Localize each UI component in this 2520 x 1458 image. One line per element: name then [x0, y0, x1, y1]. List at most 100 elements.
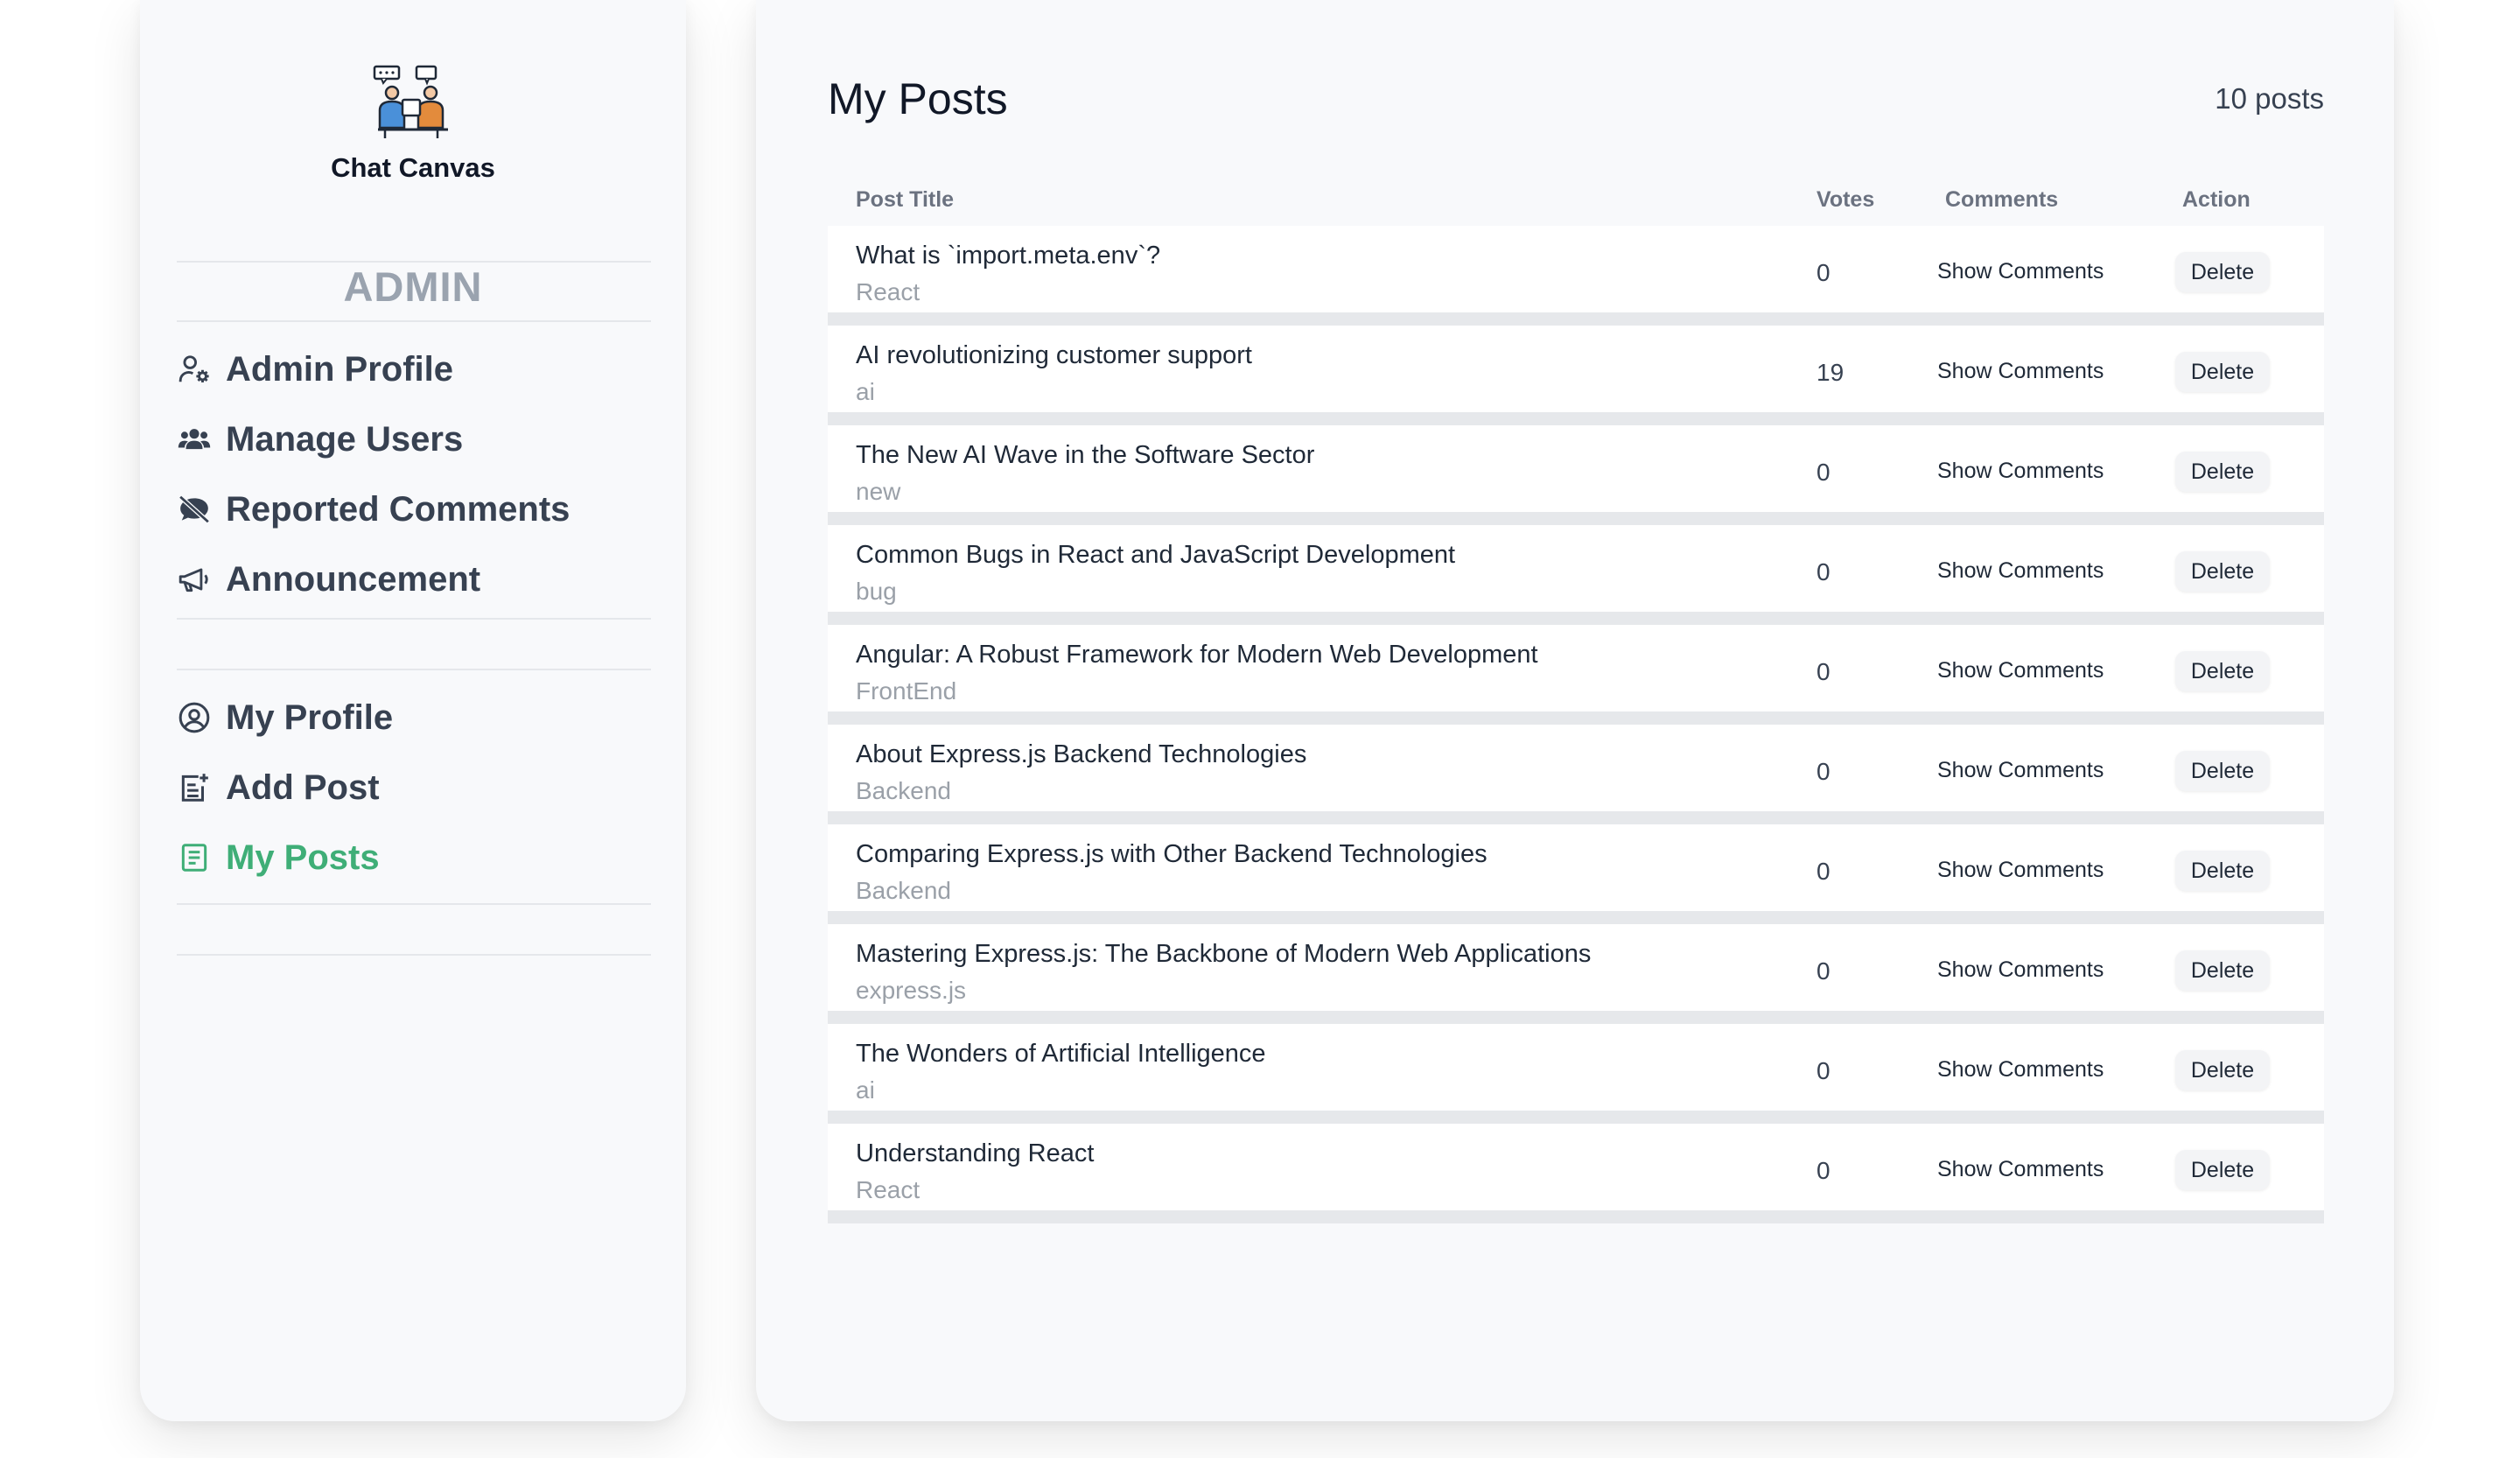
table-row: Comparing Express.js with Other Backend …: [828, 824, 2324, 924]
table-row: Understanding React React 0 Show Comment…: [828, 1124, 2324, 1223]
post-title: Angular: A Robust Framework for Modern W…: [856, 641, 1538, 669]
post-title: About Express.js Backend Technologies: [856, 740, 1307, 768]
column-header-title: Post Title: [856, 187, 955, 212]
post-votes: 0: [1816, 1157, 1830, 1184]
post-votes: 0: [1816, 1057, 1830, 1084]
nav-label: Announcement: [226, 559, 481, 599]
column-header-votes: Votes: [1816, 187, 1875, 212]
show-comments-button[interactable]: Show Comments: [1937, 758, 2104, 783]
post-tag: new: [856, 478, 901, 505]
delete-button[interactable]: Delete: [2175, 950, 2270, 991]
table-row: The Wonders of Artificial Intelligence a…: [828, 1024, 2324, 1124]
delete-button[interactable]: Delete: [2175, 651, 2270, 691]
post-tag: bug: [856, 578, 897, 605]
post-votes: 0: [1816, 658, 1830, 685]
table-row: Angular: A Robust Framework for Modern W…: [828, 625, 2324, 725]
post-tag: express.js: [856, 977, 967, 1004]
admin-section-title: ADMIN: [343, 263, 483, 310]
post-title: Common Bugs in React and JavaScript Deve…: [856, 541, 1456, 569]
nav-add-post[interactable]: Add Post: [177, 761, 380, 814]
show-comments-button[interactable]: Show Comments: [1937, 1057, 2104, 1083]
post-votes: 0: [1816, 957, 1830, 985]
post-title: AI revolutionizing customer support: [856, 341, 1252, 369]
column-header-comments: Comments: [1945, 187, 2059, 212]
post-tag: ai: [856, 1076, 875, 1104]
delete-button[interactable]: Delete: [2175, 452, 2270, 492]
nav-my-profile[interactable]: My Profile: [177, 691, 393, 744]
post-tag: Backend: [856, 877, 951, 904]
nav-label: Admin Profile: [226, 349, 454, 389]
post-title: Comparing Express.js with Other Backend …: [856, 840, 1488, 868]
show-comments-button[interactable]: Show Comments: [1937, 459, 2104, 484]
nav-admin-profile[interactable]: Admin Profile: [177, 343, 453, 396]
delete-button[interactable]: Delete: [2175, 751, 2270, 791]
nav-label: My Profile: [226, 697, 394, 737]
delete-button[interactable]: Delete: [2175, 252, 2270, 292]
show-comments-button[interactable]: Show Comments: [1937, 359, 2104, 384]
nav-label: My Posts: [226, 838, 380, 877]
table-row: The New AI Wave in the Software Sector n…: [828, 425, 2324, 525]
page-title: My Posts: [828, 74, 1008, 123]
nav-label: Reported Comments: [226, 489, 570, 529]
divider: [177, 903, 651, 905]
delete-button[interactable]: Delete: [2175, 851, 2270, 891]
show-comments-button[interactable]: Show Comments: [1937, 1157, 2104, 1182]
user-circle-icon: [177, 700, 212, 735]
post-votes: 0: [1816, 259, 1830, 286]
post-votes: 19: [1816, 359, 1844, 386]
nav-label: Add Post: [226, 768, 380, 807]
megaphone-icon: [177, 562, 212, 597]
post-votes: 0: [1816, 459, 1830, 486]
table-row: AI revolutionizing customer support ai 1…: [828, 326, 2324, 425]
divider: [177, 669, 651, 670]
post-title: The Wonders of Artificial Intelligence: [856, 1040, 1266, 1068]
posts-table-body: What is `import.meta.env`? React 0 Show …: [828, 226, 2324, 1223]
show-comments-button[interactable]: Show Comments: [1937, 259, 2104, 284]
delete-button[interactable]: Delete: [2175, 352, 2270, 392]
post-tag: React: [856, 278, 920, 305]
admin-gear-icon: [177, 352, 212, 387]
nav-reported-comments[interactable]: Reported Comments: [177, 483, 570, 536]
add-post-icon: [177, 770, 212, 805]
nav-my-posts[interactable]: My Posts: [177, 831, 380, 884]
delete-button[interactable]: Delete: [2175, 1150, 2270, 1190]
post-tag: Backend: [856, 777, 951, 804]
nav-announcement[interactable]: Announcement: [177, 553, 480, 606]
show-comments-button[interactable]: Show Comments: [1937, 558, 2104, 584]
post-title: What is `import.meta.env`?: [856, 242, 1161, 270]
divider: [177, 618, 651, 620]
main-panel: My Posts 10 posts Post Title Votes Comme…: [756, 0, 2394, 1421]
table-row: Mastering Express.js: The Backbone of Mo…: [828, 924, 2324, 1024]
post-tag: React: [856, 1176, 920, 1203]
post-title: Mastering Express.js: The Backbone of Mo…: [856, 940, 1592, 968]
post-tag: ai: [856, 378, 875, 405]
brand[interactable]: Chat Canvas: [140, 65, 686, 184]
table-row: About Express.js Backend Technologies Ba…: [828, 725, 2324, 824]
nav-manage-users[interactable]: Manage Users: [177, 413, 463, 466]
post-tag: FrontEnd: [856, 677, 957, 704]
show-comments-button[interactable]: Show Comments: [1937, 858, 2104, 883]
post-votes: 0: [1816, 858, 1830, 885]
divider: [177, 320, 651, 322]
sidebar: Chat Canvas ADMIN Admin Profile Manage U…: [140, 0, 686, 1421]
delete-button[interactable]: Delete: [2175, 1050, 2270, 1090]
brand-name: Chat Canvas: [331, 152, 495, 183]
post-votes: 0: [1816, 758, 1830, 785]
table-row: What is `import.meta.env`? React 0 Show …: [828, 226, 2324, 326]
show-comments-button[interactable]: Show Comments: [1937, 957, 2104, 983]
post-title: The New AI Wave in the Software Sector: [856, 441, 1315, 469]
posts-list-icon: [177, 840, 212, 875]
post-title: Understanding React: [856, 1139, 1095, 1167]
show-comments-button[interactable]: Show Comments: [1937, 658, 2104, 683]
table-header: Post Title Votes Comments Action: [828, 182, 2324, 222]
table-row: Common Bugs in React and JavaScript Deve…: [828, 525, 2324, 625]
chat-canvas-logo-icon: [373, 65, 448, 138]
muted-comment-icon: [177, 492, 212, 527]
nav-label: Manage Users: [226, 419, 464, 459]
post-count: 10 posts: [2215, 82, 2324, 115]
divider: [177, 954, 651, 956]
column-header-action: Action: [2182, 187, 2250, 212]
users-icon: [177, 422, 212, 457]
post-votes: 0: [1816, 558, 1830, 585]
delete-button[interactable]: Delete: [2175, 551, 2270, 592]
